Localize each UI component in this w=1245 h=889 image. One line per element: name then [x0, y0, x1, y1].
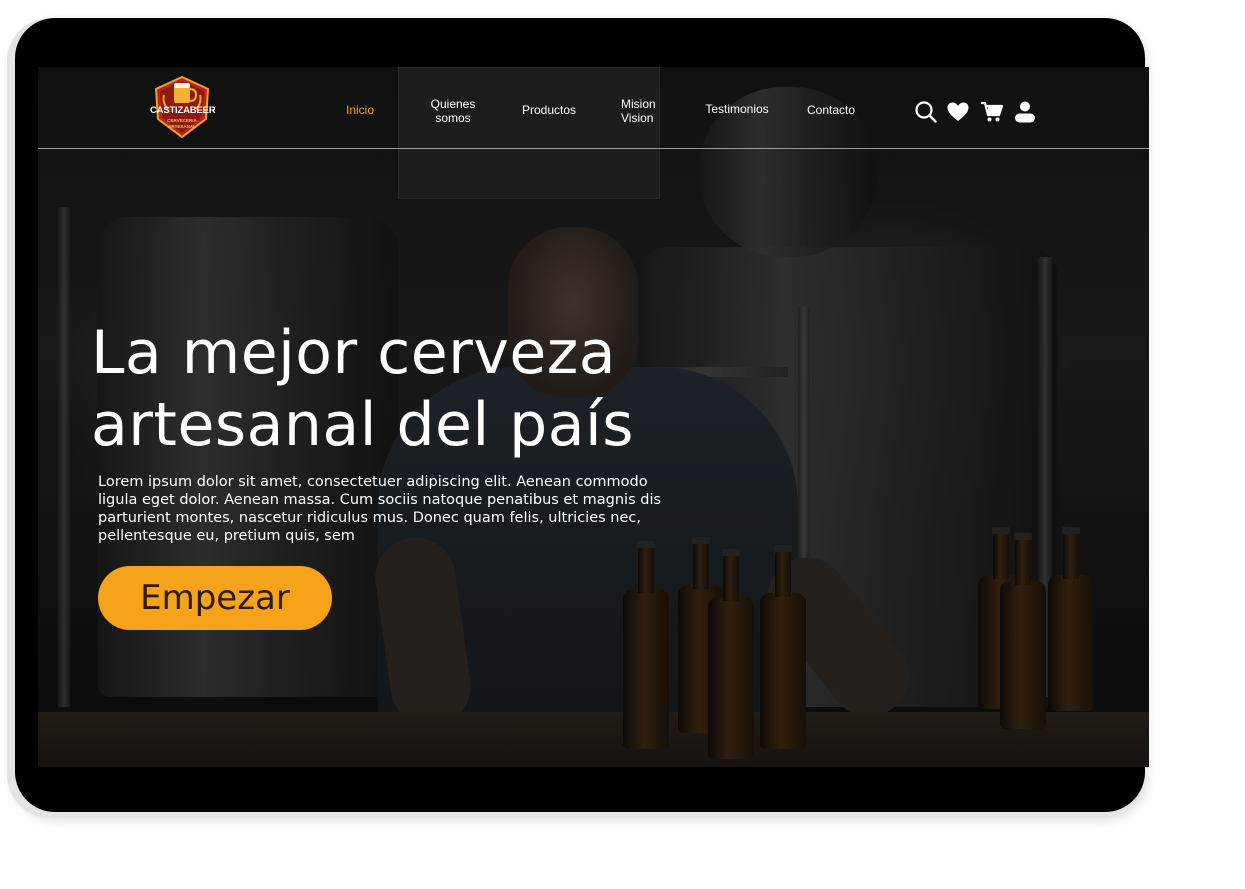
nav-link-testimonios[interactable]: Testimonios [700, 102, 774, 116]
brand-logo[interactable]: CASTIZABEER CERVECERIA ARTESANAL [150, 75, 216, 139]
logo-name: CASTIZABEER [150, 105, 216, 116]
search-icon[interactable] [914, 100, 938, 124]
hero-title: La mejor cerveza artesanal del país [91, 317, 791, 461]
nav-link-quienes-somos[interactable]: Quienes somos [425, 97, 481, 125]
navbar: CASTIZABEER CERVECERIA ARTESANAL Inicio … [38, 67, 1149, 147]
nav-link-label: Inicio [345, 103, 374, 117]
hero-description: Lorem ipsum dolor sit amet, consectetuer… [98, 474, 662, 544]
hero-title-line: artesanal del país [91, 390, 634, 460]
heart-icon[interactable] [946, 100, 970, 124]
empezar-button[interactable]: Empezar [98, 566, 332, 630]
nav-link-label: somos [435, 111, 471, 125]
tablet-frame: CASTIZABEER CERVECERIA ARTESANAL Inicio … [15, 18, 1149, 812]
nav-link-label: Quienes [430, 97, 476, 111]
logo-tagline: ARTESANAL [168, 124, 196, 129]
nav-link-label: Vision [621, 111, 654, 125]
user-icon[interactable] [1013, 100, 1037, 124]
nav-link-contacto[interactable]: Contacto [801, 103, 861, 117]
logo-tagline: CERVECERIA [167, 118, 197, 123]
nav-link-label: Testimonios [705, 102, 769, 116]
nav-link-label: Productos [521, 103, 577, 117]
navbar-divider [38, 148, 1149, 149]
nav-link-inicio[interactable]: Inicio [341, 103, 379, 117]
hero-title-line: La mejor cerveza [91, 318, 617, 388]
cart-icon[interactable] [980, 100, 1004, 124]
website-screen: CASTIZABEER CERVECERIA ARTESANAL Inicio … [38, 67, 1149, 767]
nav-link-label: Contacto [806, 103, 856, 117]
nav-link-label: Mision [621, 97, 656, 111]
nav-link-mision-vision[interactable]: Mision Vision [621, 97, 665, 125]
nav-link-productos[interactable]: Productos [516, 103, 582, 117]
